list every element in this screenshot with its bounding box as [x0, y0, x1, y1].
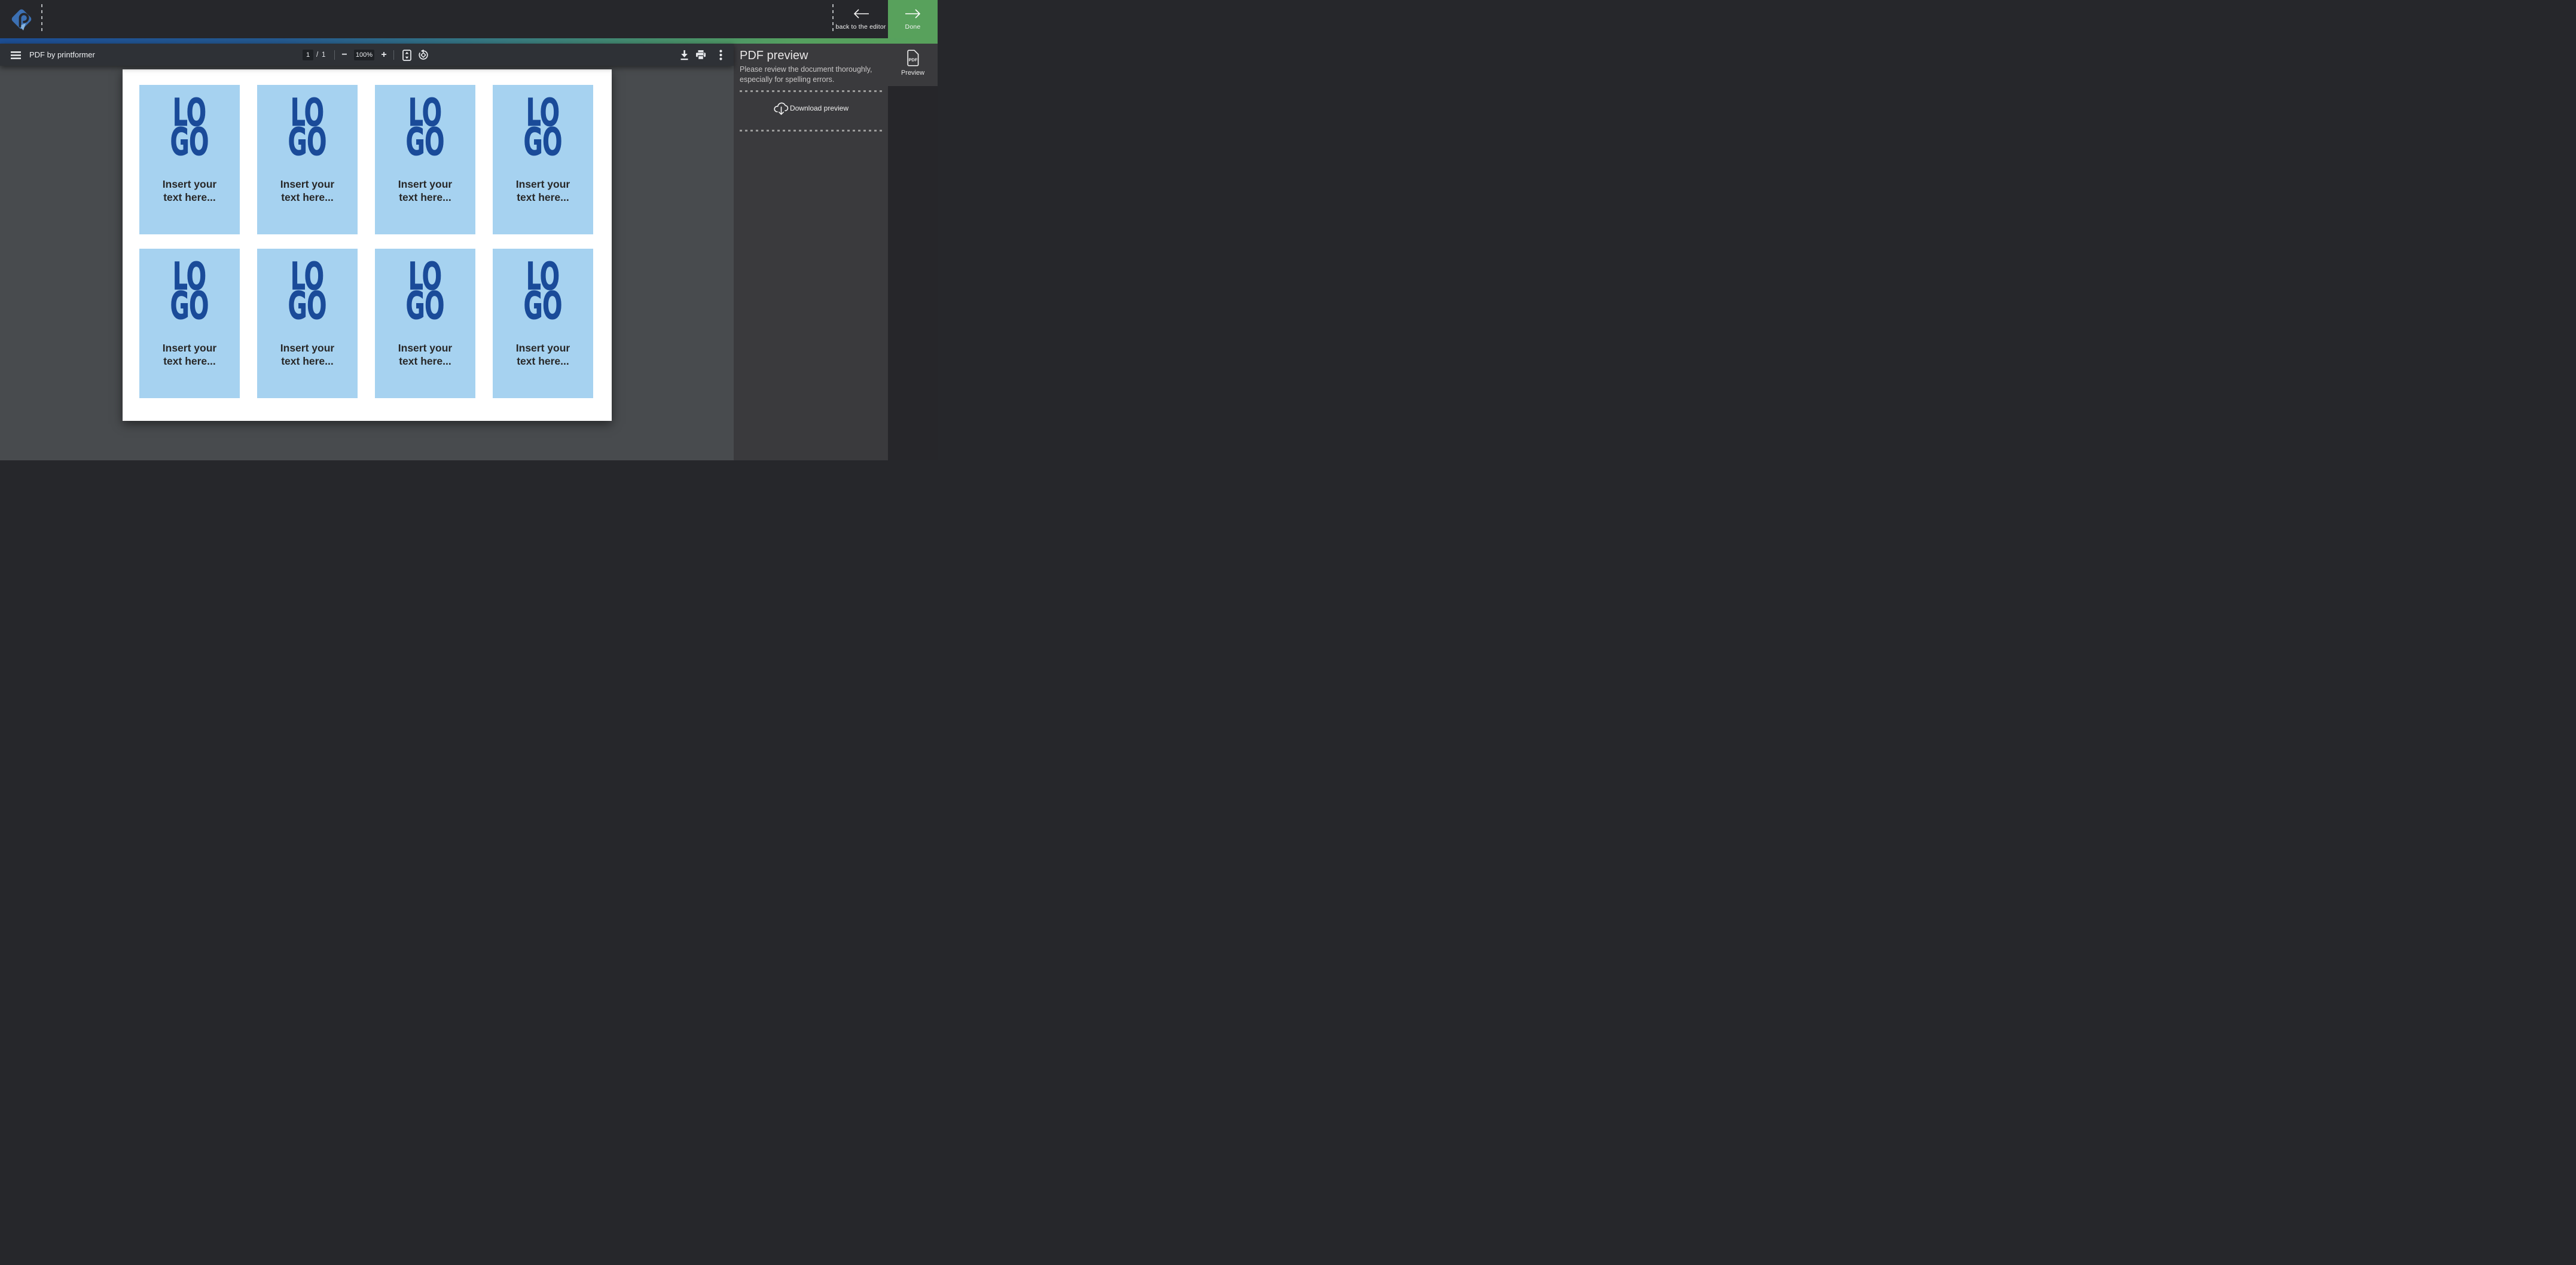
dotted-divider-bottom [740, 130, 882, 132]
document-page: LO GO Insert your text here... LO GO Ins… [123, 69, 612, 421]
page-number-input[interactable]: 1 [303, 50, 313, 60]
sidebar-description-line2: especially for spelling errors. [740, 75, 882, 85]
card-logo-text: LO GO [257, 85, 358, 157]
card-logo-text: LO GO [139, 249, 240, 320]
back-to-editor-label: back to the editor [835, 23, 886, 30]
card-logo-text: LO GO [139, 85, 240, 157]
print-button[interactable] [694, 48, 707, 62]
label-card: LO GO Insert your text here... [493, 85, 593, 234]
arrow-left-icon [852, 8, 870, 19]
download-preview-button[interactable]: Download preview [740, 92, 882, 124]
card-placeholder-text: Insert your text here... [375, 342, 475, 368]
done-button[interactable]: Done [888, 0, 938, 38]
pdf-icon-text: PDF [909, 57, 918, 63]
progress-strip [0, 38, 938, 44]
hamburger-icon [11, 51, 21, 59]
page-divider: / [316, 44, 318, 66]
card-placeholder-text: Insert your text here... [139, 178, 240, 204]
arrow-right-icon [904, 8, 922, 19]
sidebar-description: Please review the document thoroughly, e… [740, 65, 882, 85]
app-window: back to the editor Done PDF by printform… [0, 0, 938, 460]
printformer-logo[interactable] [7, 4, 36, 34]
sidebar-content: PDF preview Please review the document t… [734, 44, 888, 132]
zoom-out-button[interactable]: − [338, 49, 350, 61]
sidebar-title: PDF preview [740, 49, 882, 62]
card-logo-text: LO GO [257, 249, 358, 320]
pdf-toolbar: PDF by printformer 1 / 1 − 100% + [0, 44, 734, 66]
done-label: Done [905, 23, 921, 30]
card-grid: LO GO Insert your text here... LO GO Ins… [139, 85, 593, 398]
card-logo-text: LO GO [493, 249, 593, 320]
card-placeholder-text: Insert your text here... [257, 342, 358, 368]
menu-button[interactable] [9, 48, 22, 62]
download-button[interactable] [677, 48, 691, 62]
toolbar-separator-2 [393, 50, 394, 60]
print-icon [695, 50, 706, 60]
sidebar-description-line1: Please review the document thoroughly, [740, 65, 882, 75]
cloud-download-icon [773, 100, 789, 117]
card-placeholder-text: Insert your text here... [493, 178, 593, 204]
pdf-viewer-canvas[interactable]: LO GO Insert your text here... LO GO Ins… [0, 66, 734, 460]
card-logo-text: LO GO [375, 85, 475, 157]
rotate-icon [418, 50, 429, 60]
download-preview-label: Download preview [790, 104, 849, 112]
card-placeholder-text: Insert your text here... [257, 178, 358, 204]
label-card: LO GO Insert your text here... [493, 249, 593, 398]
preview-sidebar: PDF preview Please review the document t… [734, 44, 938, 460]
pdf-title: PDF by printformer [29, 44, 95, 66]
label-card: LO GO Insert your text here... [375, 249, 475, 398]
kebab-menu-icon [719, 50, 722, 60]
more-options-button[interactable] [714, 48, 727, 62]
card-logo-text: LO GO [493, 85, 593, 157]
label-card: LO GO Insert your text here... [257, 85, 358, 234]
fit-page-icon [402, 50, 411, 61]
zoom-level-display[interactable]: 100% [354, 50, 374, 60]
label-card: LO GO Insert your text here... [375, 85, 475, 234]
download-icon [679, 50, 689, 60]
back-to-editor-button[interactable]: back to the editor [834, 0, 888, 38]
page-total: 1 [322, 44, 325, 66]
tab-preview-label: Preview [901, 69, 924, 77]
top-application-bar: back to the editor Done [0, 0, 938, 38]
card-placeholder-text: Insert your text here... [375, 178, 475, 204]
label-card: LO GO Insert your text here... [139, 85, 240, 234]
label-card: LO GO Insert your text here... [139, 249, 240, 398]
printformer-logo-icon [7, 4, 36, 34]
tab-preview[interactable]: PDF Preview [888, 44, 938, 86]
rotate-button[interactable] [417, 48, 430, 62]
sidebar-tabstrip: PDF Preview [888, 44, 938, 460]
card-placeholder-text: Insert your text here... [493, 342, 593, 368]
card-placeholder-text: Insert your text here... [139, 342, 240, 368]
topbar-divider [41, 4, 42, 34]
pdf-file-icon: PDF [907, 50, 919, 66]
zoom-in-button[interactable]: + [378, 49, 390, 61]
toolbar-separator [334, 50, 335, 60]
card-logo-text: LO GO [375, 249, 475, 320]
label-card: LO GO Insert your text here... [257, 249, 358, 398]
fit-to-page-button[interactable] [400, 48, 413, 62]
